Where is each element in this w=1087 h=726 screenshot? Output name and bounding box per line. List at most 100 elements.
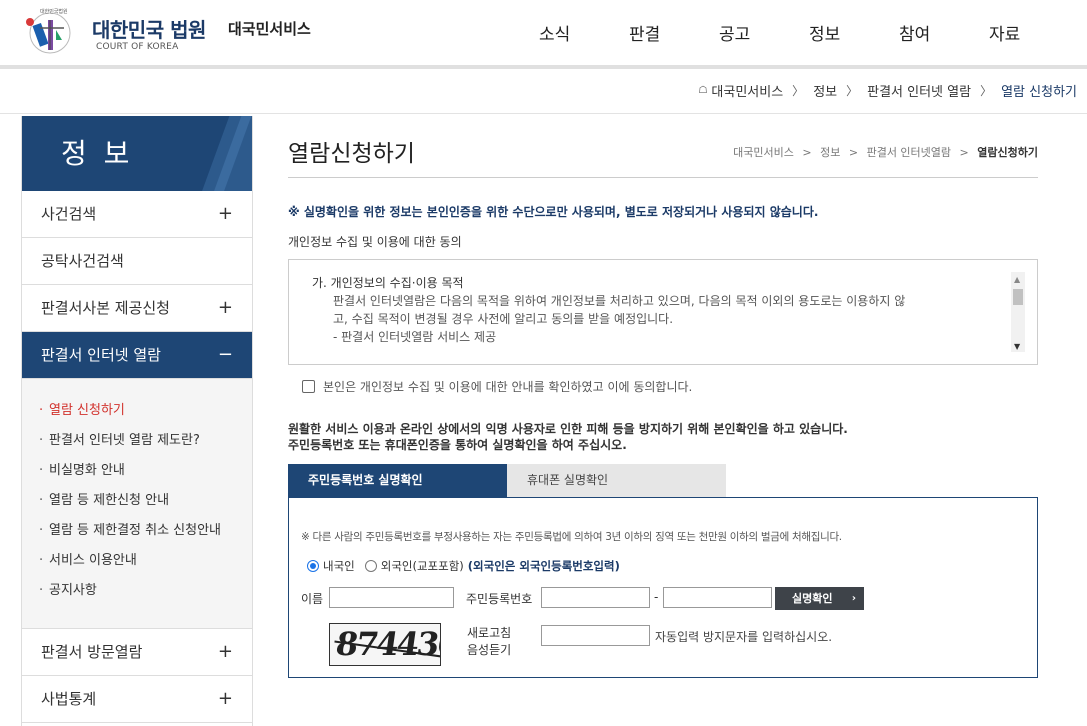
terms-text-line: 판결서 인터넷열람은 다음의 목적을 위하여 개인정보를 처리하고 있으며, 다… [333,294,906,308]
plus-icon[interactable]: + [218,285,233,331]
tab-rrn-verification[interactable]: 주민등록번호 실명확인 [288,464,507,497]
breadcrumb-current: 열람신청하기 [977,146,1038,159]
court-emblem-logo[interactable]: 대한민국법원 [20,6,80,58]
captcha-image: 874436 [329,623,441,666]
breadcrumb-separator: > [959,146,969,159]
rrn-front-input[interactable] [541,587,650,608]
legal-warning: ※ 다른 사람의 주민등록번호를 부정사용하는 자는 주민등록법에 의하여 3년… [301,531,842,543]
breadcrumb-separator: > [802,146,812,159]
sidebar-item-internet-view[interactable]: 판결서 인터넷 열람 − [21,332,253,379]
gnb-notice[interactable]: 공고 [719,20,750,45]
gnb-info[interactable]: 정보 [809,20,840,45]
radio-foreign-label[interactable]: 외국인(교포포함) [381,558,464,574]
verify-button[interactable]: 실명확인 › [775,587,864,610]
verification-panel: ※ 다른 사람의 주민등록번호를 부정사용하는 자는 주민등록법에 의하여 3년… [288,497,1038,678]
sidebar-item-label: 사법통계 [41,690,97,708]
terms-scrollbar[interactable]: ▲ ▼ [1011,272,1025,352]
sidebar-item-deposit-search[interactable]: 공탁사건검색 [21,238,253,285]
name-input[interactable] [329,587,454,608]
terms-text-line: - 판결서 인터넷열람 서비스 제공 [333,330,497,344]
consent-label[interactable]: 본인은 개인정보 수집 및 이용에 대한 안내를 확인하였고 이에 동의합니다. [323,378,692,395]
chevron-right-icon: 〉 [846,84,859,98]
consent-checkbox[interactable] [302,380,315,393]
plus-icon[interactable]: + [218,629,233,675]
sidebar-item-label: 판결서 인터넷 열람 [41,346,161,364]
sidebar-item-case-search[interactable]: 사건검색 + [21,191,253,238]
terms-text-line: 고, 수집 목적이 변경될 경우 사전에 알리고 동의를 받을 예정입니다. [333,312,674,326]
privacy-notice: ※ 실명확인을 위한 정보는 본인인증을 위한 수단으로만 사용되며, 별도로 … [288,205,819,219]
captcha-input[interactable] [541,625,650,646]
sidebar-item-copy-request[interactable]: 판결서사본 제공신청 + [21,285,253,332]
sidebar-title-text: 정 보 [61,137,134,170]
rrn-back-input[interactable] [663,587,772,608]
scroll-up-icon[interactable]: ▲ [1014,275,1020,284]
title-divider [288,177,1038,178]
sidebar-submenu: 열람 신청하기 판결서 인터넷 열람 제도란? 비실명화 안내 열람 등 제한신… [21,379,253,629]
foreign-note: (외국인은 외국인등록번호입력) [467,559,620,573]
gnb-news[interactable]: 소식 [539,20,570,45]
breadcrumb: ☖ 대국민서비스 〉 정보 〉 판결서 인터넷 열람 〉 열람 신청하기 [698,81,1077,100]
sidebar-item-statistics[interactable]: 사법통계 + [21,676,253,723]
submenu-item-service-guide[interactable]: 서비스 이용안내 [21,546,253,576]
rrn-dash: - [654,590,659,604]
site-title[interactable]: 대한민국 법원 [92,14,206,43]
submenu-item-cancel-restriction[interactable]: 열람 등 제한결정 취소 신청안내 [21,516,253,546]
tab-phone-verification[interactable]: 휴대폰 실명확인 [507,464,726,497]
chevron-right-icon: 〉 [980,84,993,98]
minus-icon[interactable]: − [218,332,233,378]
chevron-right-icon: 〉 [792,84,805,98]
breadcrumb-item[interactable]: 정보 [820,146,840,159]
location-bar: ☖ 대국민서비스 〉 정보 〉 판결서 인터넷 열람 〉 열람 신청하기 [0,69,1087,114]
submenu-item-system[interactable]: 판결서 인터넷 열람 제도란? [21,426,253,456]
sidebar-item-label: 판결서사본 제공신청 [41,299,170,317]
sidebar-title: 정 보 [21,116,253,191]
plus-icon[interactable]: + [218,191,233,237]
breadcrumb-item[interactable]: 대국민서비스 [711,81,783,100]
verification-info: 원활한 서비스 이용과 온라인 상에서의 익명 사용자로 인한 피해 등을 방지… [288,422,848,436]
agreement-heading: 개인정보 수집 및 이용에 대한 동의 [288,235,462,249]
breadcrumb-item[interactable]: 판결서 인터넷열람 [867,146,951,159]
content-breadcrumb: 대국민서비스 > 정보 > 판결서 인터넷열람 > 열람신청하기 [733,144,1038,160]
radio-foreign[interactable] [364,560,377,572]
consent-row: 본인은 개인정보 수집 및 이용에 대한 안내를 확인하였고 이에 동의합니다. [302,378,692,395]
sidebar-item-label: 공탁사건검색 [41,252,124,270]
radio-domestic-label[interactable]: 내국인 [323,558,355,574]
gnb-judgment[interactable]: 판결 [629,20,660,45]
scroll-thumb[interactable] [1013,289,1023,305]
scroll-down-icon[interactable]: ▼ [1014,342,1020,351]
breadcrumb-item[interactable]: 정보 [813,81,837,100]
gnb-participation[interactable]: 참여 [899,20,930,45]
site-header: 대한민국법원 대한민국 법원 COURT OF KOREA 대국민서비스 소식 … [0,0,1087,65]
radio-domestic[interactable] [307,560,319,572]
sidebar-item-label: 사건검색 [41,205,97,223]
captcha-refresh-link[interactable]: 새로고침 [467,624,511,641]
arrow-right-icon: › [851,593,856,604]
submenu-item-anonymization[interactable]: 비실명화 안내 [21,456,253,486]
service-name[interactable]: 대국민서비스 [228,18,311,39]
submenu-item-restriction[interactable]: 열람 등 제한신청 안내 [21,486,253,516]
captcha-hint: 자동입력 방지문자를 입력하십시오. [655,630,833,644]
breadcrumb-current[interactable]: 열람 신청하기 [1001,81,1077,100]
verify-button-label: 실명확인 [792,592,833,605]
sidebar-item-label: 판결서 방문열람 [41,643,143,661]
home-icon[interactable]: ☖ [698,85,707,96]
captcha-audio-link[interactable]: 음성듣기 [467,641,511,658]
page-title: 열람신청하기 [288,141,415,167]
plus-icon[interactable]: + [218,676,233,722]
breadcrumb-separator: > [848,146,859,159]
breadcrumb-item[interactable]: 판결서 인터넷 열람 [867,81,971,100]
submenu-item-announcements[interactable]: 공지사항 [21,576,253,606]
breadcrumb-item[interactable]: 대국민서비스 [733,146,794,159]
terms-section-title: 가. 개인정보의 수집·이용 목적 [312,276,464,290]
verification-info: 주민등록번호 또는 휴대폰인증을 통하여 실명확인을 하여 주십시오. [288,438,627,452]
name-label: 이름 [301,592,324,606]
nationality-radio-group: 내국인 외국인(교포포함) (외국인은 외국인등록번호입력) [307,558,620,574]
submenu-item-apply[interactable]: 열람 신청하기 [21,396,253,426]
gnb-resources[interactable]: 자료 [989,20,1020,45]
rrn-label: 주민등록번호 [466,592,533,606]
sidebar-menu: 사건검색 + 공탁사건검색 판결서사본 제공신청 + 판결서 인터넷 열람 − … [21,191,253,723]
svg-text:대한민국법원: 대한민국법원 [40,8,68,15]
site-subtitle: COURT OF KOREA [96,42,179,52]
privacy-terms-box[interactable]: 가. 개인정보의 수집·이용 목적 판결서 인터넷열람은 다음의 목적을 위하여… [288,259,1038,365]
sidebar-item-visit-view[interactable]: 판결서 방문열람 + [21,629,253,676]
